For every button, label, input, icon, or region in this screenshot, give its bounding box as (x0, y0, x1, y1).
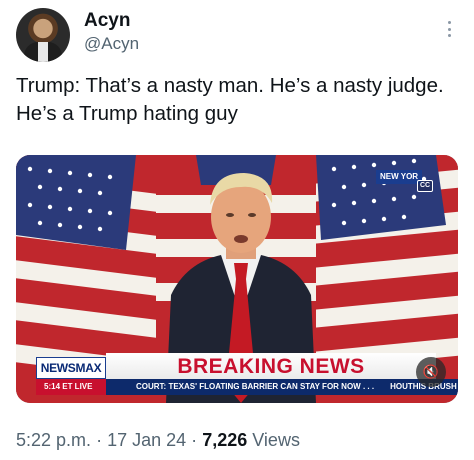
tweet-header: Acyn @Acyn (16, 6, 458, 66)
news-lower-third: NEWSMAX BREAKING NEWS 5:14 ET LIVE COURT… (16, 353, 458, 403)
avatar-shirt (38, 42, 48, 62)
live-time-label: 5:14 ET LIVE (36, 379, 106, 395)
speaker-muted-icon[interactable]: 🔇 (416, 357, 446, 387)
channel-logo: NEWSMAX (36, 357, 106, 379)
crawl-headline: COURT: TEXAS' FLOATING BARRIER CAN STAY … (136, 382, 375, 391)
video-player[interactable]: NEW YOR CC NEWSMAX BREAKING NEWS 5:14 ET… (16, 155, 458, 403)
network-location-tag: NEW YOR (376, 170, 423, 184)
views-count[interactable]: 7,226 (202, 430, 247, 450)
more-dot (447, 21, 451, 24)
tweet-metadata: 5:22 p.m. · 17 Jan 24 · 7,226 Views (16, 430, 300, 451)
tweet-time[interactable]: 5:22 p.m. (16, 430, 91, 450)
avatar[interactable] (16, 8, 70, 62)
more-dot (447, 34, 451, 37)
separator-dot: · (191, 430, 198, 450)
more-options-icon[interactable] (440, 18, 458, 40)
breaking-news-banner: BREAKING NEWS (106, 353, 436, 381)
views-label: Views (252, 430, 300, 450)
author-name[interactable]: Acyn (84, 10, 130, 32)
more-dot (447, 27, 451, 31)
author-handle[interactable]: @Acyn (84, 34, 139, 54)
separator-dot: · (96, 430, 103, 450)
news-crawl: COURT: TEXAS' FLOATING BARRIER CAN STAY … (106, 379, 458, 395)
closed-captions-icon[interactable]: CC (417, 180, 433, 192)
tweet-date[interactable]: 17 Jan 24 (107, 430, 186, 450)
tweet-text: Trump: That’s a nasty man. He’s a nasty … (16, 74, 444, 125)
